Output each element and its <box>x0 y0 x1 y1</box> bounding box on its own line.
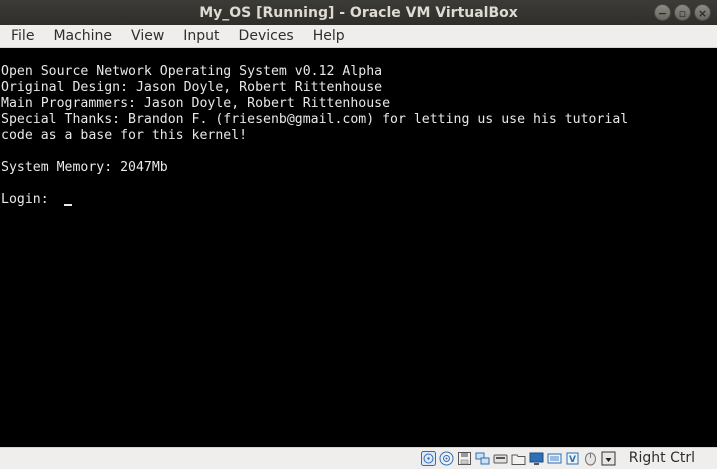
title-bar[interactable]: My_OS [Running] - Oracle VM VirtualBox −… <box>0 0 717 25</box>
console-line-system-memory: System Memory: 2047Mb <box>1 160 168 175</box>
display-icon[interactable] <box>529 451 544 466</box>
usb-icon[interactable] <box>493 451 508 466</box>
console-line-os-version: Open Source Network Operating System v0.… <box>1 64 383 79</box>
hard-disk-icon[interactable] <box>457 451 472 466</box>
console-line-special-thanks-cont: code as a base for this kernel! <box>1 128 248 143</box>
keyboard-icon[interactable] <box>601 451 616 466</box>
menu-help[interactable]: Help <box>302 28 353 44</box>
network-icon[interactable] <box>475 451 490 466</box>
window-controls: − ▫ × <box>654 4 711 21</box>
menu-devices[interactable]: Devices <box>228 28 302 44</box>
svg-text:V: V <box>569 455 576 465</box>
shared-folders-icon[interactable] <box>511 451 526 466</box>
audio-icon[interactable] <box>439 451 454 466</box>
menu-bar: File Machine View Input Devices Help <box>0 25 717 48</box>
status-bar: V Right Ctrl <box>0 447 717 469</box>
console-line-special-thanks: Special Thanks: Brandon F. (friesenb@gma… <box>1 112 629 127</box>
optical-drive-icon[interactable] <box>421 451 436 466</box>
console-login-prompt[interactable]: Login: <box>1 192 57 208</box>
menu-machine[interactable]: Machine <box>42 28 120 44</box>
vm-display[interactable]: Open Source Network Operating System v0.… <box>0 48 717 447</box>
menu-file[interactable]: File <box>0 28 42 44</box>
menu-view[interactable]: View <box>120 28 172 44</box>
host-key-label: Right Ctrl <box>628 450 695 466</box>
virtualbox-window: My_OS [Running] - Oracle VM VirtualBox −… <box>0 0 717 469</box>
minimize-button[interactable]: − <box>654 4 671 21</box>
text-cursor <box>64 204 72 206</box>
device-icons: V <box>421 451 616 466</box>
menu-input[interactable]: Input <box>172 28 227 44</box>
video-capture-icon[interactable] <box>547 451 562 466</box>
close-button[interactable]: × <box>694 4 711 21</box>
cpu-icon[interactable]: V <box>565 451 580 466</box>
maximize-button[interactable]: ▫ <box>674 4 691 21</box>
console-line-main-programmers: Main Programmers: Jason Doyle, Robert Ri… <box>1 96 391 111</box>
console-line-original-design: Original Design: Jason Doyle, Robert Rit… <box>1 80 383 95</box>
window-title: My_OS [Running] - Oracle VM VirtualBox <box>199 4 518 21</box>
mouse-integration-icon[interactable] <box>583 451 598 466</box>
